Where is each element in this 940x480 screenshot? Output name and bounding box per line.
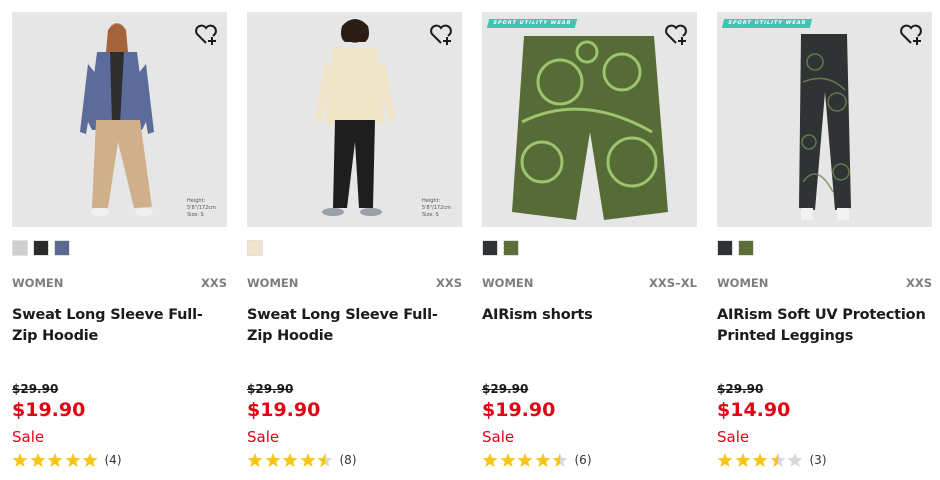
star-rating (12, 452, 100, 468)
model-height: Height: 5'8"/172cm (422, 198, 451, 211)
sale-price: $19.90 (247, 399, 321, 421)
product-size-range: XXS (435, 276, 462, 290)
color-swatch-olive[interactable] (738, 240, 754, 256)
star-rating (717, 452, 805, 468)
star-half-icon (552, 453, 568, 467)
product-size-range: XXS–XL (649, 276, 697, 290)
star-half-icon (317, 453, 333, 467)
product-card[interactable]: Height: 5'8"/172cm Size: S WOMEN XXS Swe… (247, 12, 462, 480)
product-image[interactable]: Height: 5'8"/172cm Size: S (12, 12, 227, 227)
original-price: $29.90 (247, 382, 294, 396)
color-swatch-gray[interactable] (12, 240, 28, 256)
product-name[interactable]: AIRism shorts (482, 305, 692, 326)
star-full-icon (535, 453, 550, 467)
color-swatches (12, 240, 70, 256)
product-size-range: XXS (200, 276, 227, 290)
original-price: $29.90 (717, 382, 764, 396)
star-rating (247, 452, 335, 468)
model-info: Height: 5'8"/172cm Size: S (187, 198, 219, 219)
rating[interactable]: (8) (247, 452, 357, 468)
add-to-wishlist-icon[interactable] (193, 22, 219, 48)
star-full-icon (517, 453, 533, 467)
star-full-icon (752, 453, 768, 467)
product-gender: WOMEN (717, 276, 769, 290)
sale-label: Sale (482, 428, 515, 446)
sale-label: Sale (247, 428, 280, 446)
product-name[interactable]: AIRism Soft UV Protection Printed Leggin… (717, 305, 927, 347)
rating[interactable]: (4) (12, 452, 122, 468)
product-gender: WOMEN (12, 276, 64, 290)
product-image[interactable]: SPORT UTILITY WEAR (717, 12, 932, 227)
color-swatch-dark-gray[interactable] (717, 240, 733, 256)
star-full-icon (65, 453, 80, 467)
rating[interactable]: (6) (482, 452, 592, 468)
sale-price: $19.90 (12, 399, 86, 421)
star-full-icon (82, 453, 98, 467)
product-card[interactable]: Height: 5'8"/172cm Size: S WOMEN XXS Swe… (12, 12, 227, 480)
product-card[interactable]: SPORT UTILITY WEAR WOMEN XXS AIRism Soft… (717, 12, 932, 480)
product-gender: WOMEN (247, 276, 299, 290)
star-half-icon (770, 453, 785, 467)
sale-label: Sale (12, 428, 45, 446)
sale-price: $19.90 (482, 399, 556, 421)
product-size-range: XXS (905, 276, 932, 290)
star-rating (482, 452, 570, 468)
rating[interactable]: (3) (717, 452, 827, 468)
product-name[interactable]: Sweat Long Sleeve Full-Zip Hoodie (12, 305, 222, 347)
product-gender: WOMEN (482, 276, 534, 290)
model-height: Height: 5'8"/172cm (187, 198, 216, 211)
star-full-icon (735, 453, 750, 467)
promo-badge: SPORT UTILITY WEAR (486, 19, 578, 28)
star-full-icon (717, 453, 733, 467)
star-full-icon (500, 453, 515, 467)
review-count: (8) (339, 453, 357, 467)
review-count: (6) (574, 453, 592, 467)
star-full-icon (482, 453, 498, 467)
promo-badge: SPORT UTILITY WEAR (721, 19, 813, 28)
add-to-wishlist-icon[interactable] (898, 22, 924, 48)
star-full-icon (12, 453, 28, 467)
review-count: (4) (104, 453, 122, 467)
star-full-icon (265, 453, 280, 467)
color-swatch-olive[interactable] (503, 240, 519, 256)
model-info: Height: 5'8"/172cm Size: S (422, 198, 454, 219)
color-swatches (482, 240, 519, 256)
star-full-icon (282, 453, 298, 467)
color-swatches (717, 240, 754, 256)
color-swatch-cream[interactable] (247, 240, 263, 256)
star-empty-icon (787, 453, 803, 467)
product-image[interactable]: Height: 5'8"/172cm Size: S (247, 12, 462, 227)
sale-label: Sale (717, 428, 750, 446)
add-to-wishlist-icon[interactable] (428, 22, 454, 48)
sale-price: $14.90 (717, 399, 791, 421)
star-full-icon (47, 453, 63, 467)
star-full-icon (300, 453, 315, 467)
color-swatches (247, 240, 263, 256)
product-image[interactable]: SPORT UTILITY WEAR (482, 12, 697, 227)
product-card[interactable]: SPORT UTILITY WEAR WOMEN XXS–XL AIRism s… (482, 12, 697, 480)
color-swatch-black[interactable] (33, 240, 49, 256)
color-swatch-blue[interactable] (54, 240, 70, 256)
add-to-wishlist-icon[interactable] (663, 22, 689, 48)
original-price: $29.90 (482, 382, 529, 396)
star-full-icon (247, 453, 263, 467)
product-grid: Height: 5'8"/172cm Size: S WOMEN XXS Swe… (0, 0, 940, 480)
color-swatch-dark-gray[interactable] (482, 240, 498, 256)
star-full-icon (30, 453, 45, 467)
original-price: $29.90 (12, 382, 59, 396)
model-size: Size: S (422, 212, 439, 218)
review-count: (3) (809, 453, 827, 467)
model-size: Size: S (187, 212, 204, 218)
product-name[interactable]: Sweat Long Sleeve Full-Zip Hoodie (247, 305, 457, 347)
